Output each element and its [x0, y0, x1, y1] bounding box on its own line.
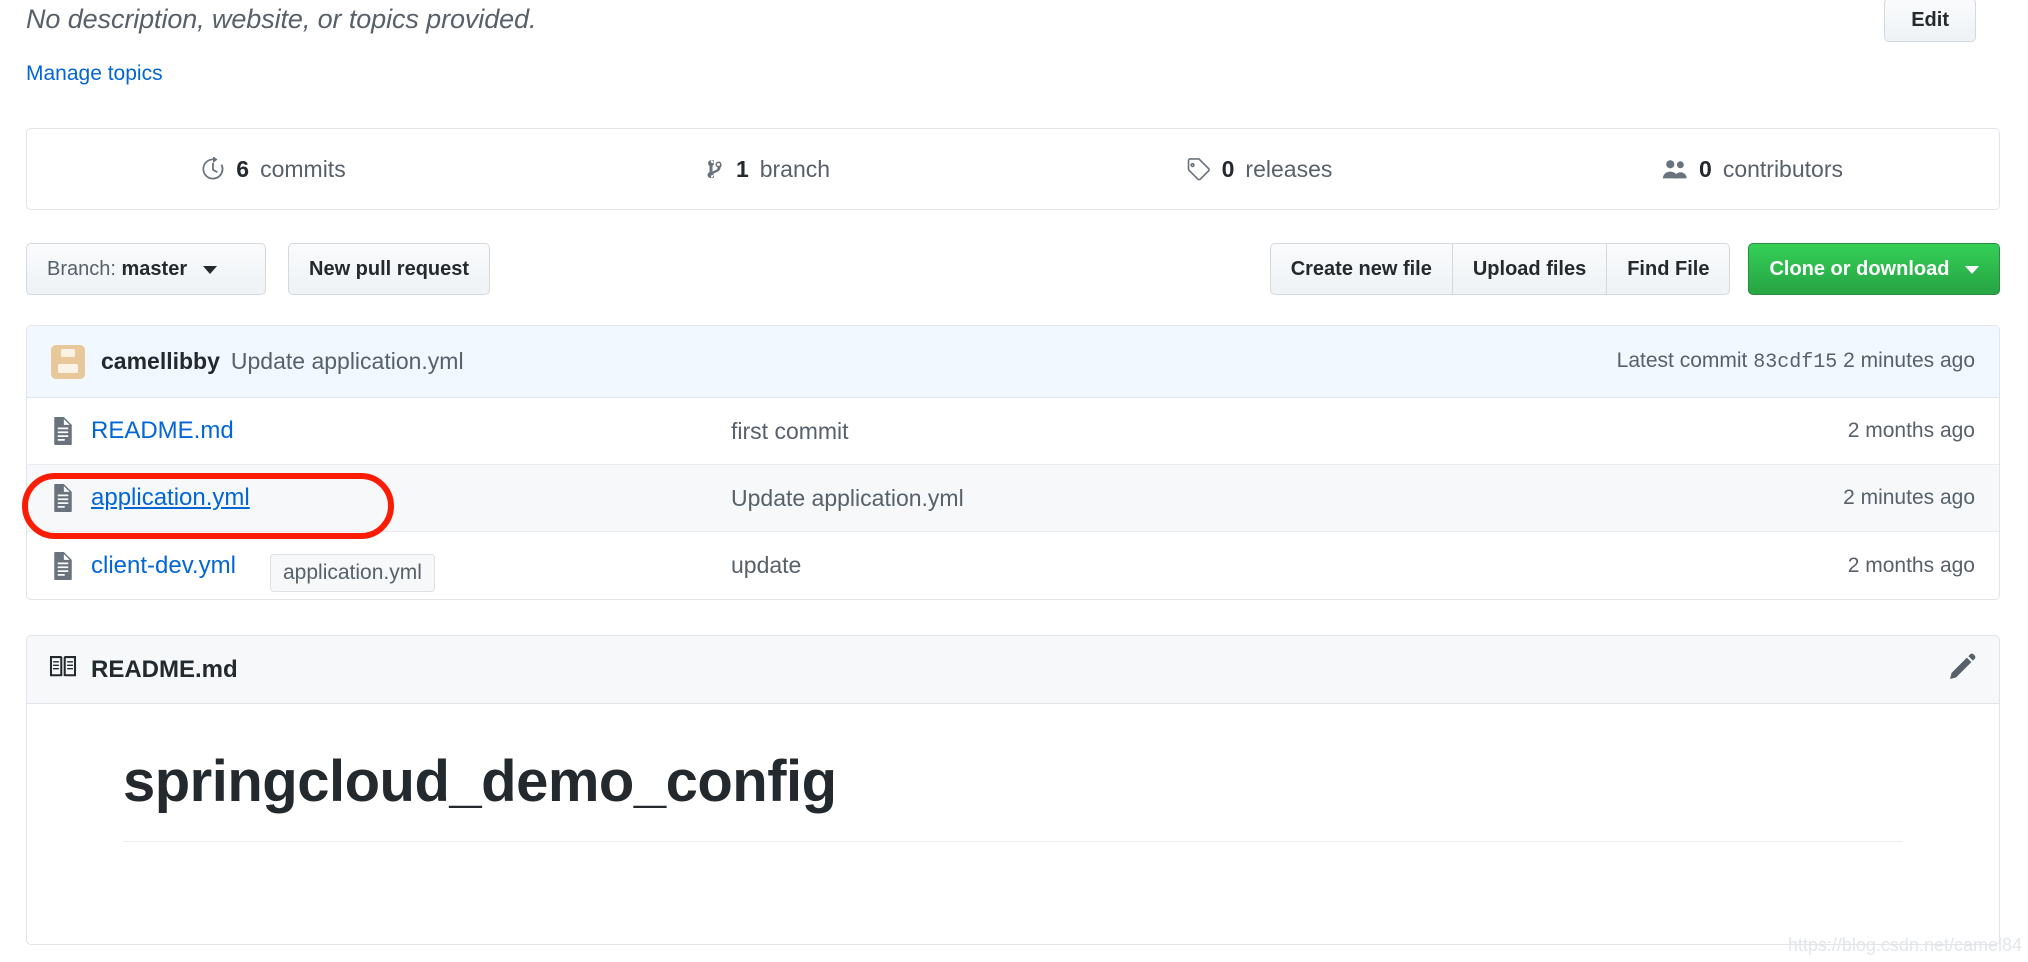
readme-panel: README.md springcloud_demo_config [26, 635, 2000, 945]
stat-contributors-label: contributors [1722, 155, 1843, 182]
clone-or-download-button[interactable]: Clone or download [1748, 243, 2000, 295]
book-icon [49, 655, 77, 684]
stat-releases-label: releases [1245, 155, 1333, 182]
create-new-file-button[interactable]: Create new file [1269, 243, 1452, 295]
repository-description: No description, website, or topics provi… [26, 4, 537, 34]
branch-selector[interactable]: Branch: master [26, 243, 266, 295]
file-age: 2 months ago [1847, 419, 1975, 442]
stat-releases-count: 0 [1221, 155, 1235, 182]
file-commit-message[interactable]: Update application.yml [731, 485, 1843, 512]
clone-label: Clone or download [1769, 258, 1950, 280]
history-icon [201, 157, 225, 181]
readme-body: springcloud_demo_config [27, 704, 1999, 842]
stat-commits-label: commits [260, 155, 346, 182]
file-age: 2 minutes ago [1843, 486, 1975, 509]
repository-actions: Create new file Upload files Find File C… [1269, 243, 2000, 295]
table-row[interactable]: application.yml Update application.yml 2… [27, 465, 1999, 532]
commit-message[interactable]: Update application.yml [231, 348, 464, 375]
new-pull-request-button[interactable]: New pull request [288, 243, 491, 295]
chevron-down-icon [202, 265, 217, 274]
stat-commits[interactable]: 6 commits [27, 156, 520, 183]
branch-icon [703, 157, 725, 181]
commit-sha[interactable]: 83cdf15 [1753, 351, 1837, 374]
stat-contributors[interactable]: 0 contributors [1506, 156, 1999, 183]
file-age: 2 months ago [1847, 553, 1975, 577]
edit-button[interactable]: Edit [1884, 0, 1976, 42]
avatar[interactable] [51, 344, 85, 379]
latest-commit-bar: camellibby Update application.yml Latest… [27, 326, 1999, 398]
stat-branches-label: branch [759, 155, 831, 182]
stat-releases[interactable]: 0 releases [1013, 156, 1506, 183]
file-tooltip: application.yml [270, 554, 435, 592]
file-icon [51, 417, 75, 445]
latest-commit-prefix: Latest commit [1616, 349, 1748, 372]
find-file-button[interactable]: Find File [1606, 243, 1731, 295]
stat-commits-count: 6 [236, 155, 250, 182]
commit-author[interactable]: camellibby [101, 348, 220, 375]
file-icon [51, 551, 75, 580]
file-link[interactable]: client-dev.yml [91, 552, 236, 580]
readme-heading: springcloud_demo_config [123, 748, 1903, 842]
repository-toolbar: Branch: master New pull request Create n… [26, 243, 2000, 295]
stat-branches[interactable]: 1 branch [520, 156, 1013, 183]
branch-prefix-label: Branch: [47, 258, 116, 280]
pencil-icon[interactable] [1947, 652, 1977, 687]
file-link[interactable]: application.yml [91, 484, 250, 512]
readme-filename: README.md [91, 655, 238, 683]
file-actions-group: Create new file Upload files Find File [1269, 243, 1731, 295]
file-name-cell: README.md [51, 417, 731, 445]
watermark: https://blog.csdn.net/camel84 [1787, 935, 2022, 955]
upload-files-button[interactable]: Upload files [1451, 243, 1607, 295]
table-row[interactable]: README.md first commit 2 months ago [27, 398, 1999, 465]
latest-commit-age: 2 minutes ago [1843, 349, 1975, 372]
manage-topics-link[interactable]: Manage topics [26, 62, 163, 86]
tag-icon [1187, 157, 1211, 181]
repository-description-row: No description, website, or topics provi… [26, 0, 2002, 58]
file-name-cell: application.yml [51, 484, 731, 512]
people-icon [1662, 158, 1688, 180]
stat-contributors-count: 0 [1699, 155, 1712, 182]
branch-name-label: master [121, 258, 188, 280]
latest-commit-info: Latest commit 83cdf15 2 minutes ago [1617, 349, 1975, 374]
repository-page: No description, website, or topics provi… [0, 0, 2028, 962]
readme-header: README.md [27, 636, 1999, 704]
file-commit-message[interactable]: update [731, 552, 1848, 579]
chevron-down-icon [1965, 265, 1979, 274]
stat-branches-count: 1 [735, 155, 749, 182]
file-link[interactable]: README.md [91, 417, 234, 445]
file-commit-message[interactable]: first commit [731, 418, 1848, 445]
repository-stats-bar: 6 commits 1 branch 0 releases 0 contribu… [26, 128, 2000, 210]
file-icon [51, 484, 75, 512]
